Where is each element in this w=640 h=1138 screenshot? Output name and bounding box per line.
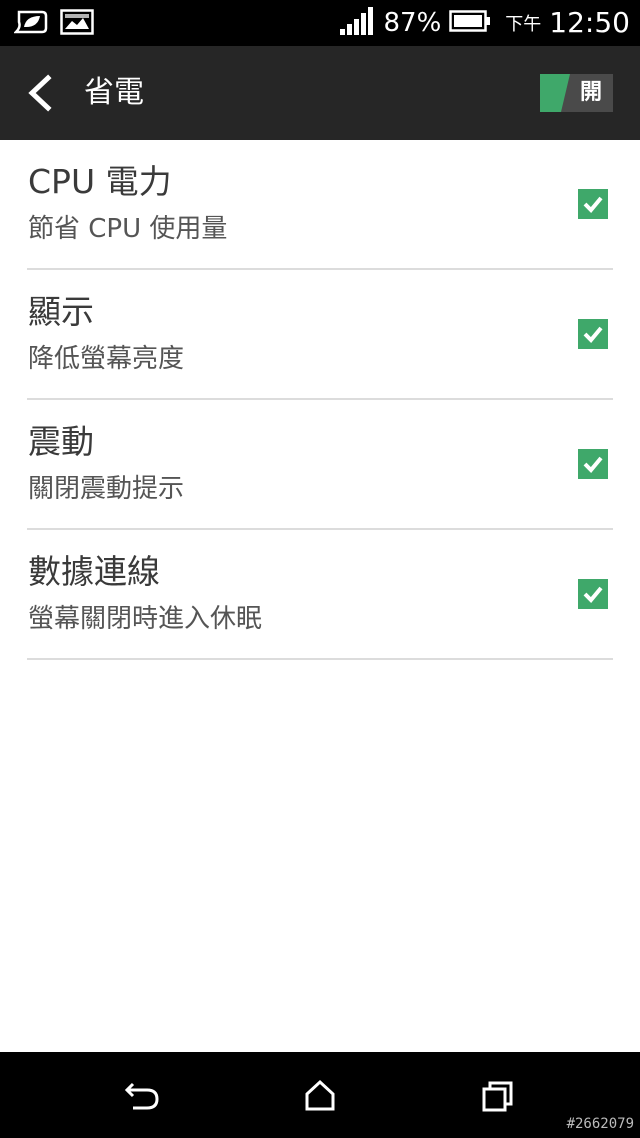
leaf-battery-saver-icon (12, 10, 48, 38)
nav-home-button[interactable] (296, 1072, 344, 1120)
data-connection-checkbox[interactable] (578, 579, 608, 609)
page-title: 省電 (84, 75, 144, 110)
nav-back-button[interactable] (119, 1072, 167, 1120)
checkmark-icon (583, 456, 603, 473)
image-notification-icon (60, 9, 94, 39)
nav-recent-apps-button[interactable] (474, 1072, 522, 1120)
setting-cpu-power[interactable]: CPU 電力 節省 CPU 使用量 (0, 140, 640, 270)
setting-title: 顯示 (28, 292, 94, 331)
chevron-left-icon (18, 74, 64, 122)
toggle-label: 開 (579, 80, 602, 105)
vibration-checkbox[interactable] (578, 449, 608, 479)
checkmark-icon (583, 326, 603, 343)
app-bar: 省電 開 (0, 46, 640, 140)
setting-subtitle: 節省 CPU 使用量 (28, 214, 228, 244)
display-checkbox[interactable] (578, 319, 608, 349)
status-bar: 87% 下午 12:50 (0, 0, 640, 46)
setting-subtitle: 關閉震動提示 (28, 474, 185, 504)
setting-display[interactable]: 顯示 降低螢幕亮度 (0, 270, 640, 400)
checkmark-icon (583, 586, 603, 603)
back-button[interactable] (18, 68, 64, 118)
toggle-fill (540, 74, 570, 112)
setting-title: 數據連線 (28, 552, 160, 591)
checkmark-icon (583, 196, 603, 213)
back-icon (124, 1082, 159, 1110)
cpu-power-checkbox[interactable] (578, 189, 608, 219)
watermark: #2662079 (566, 1116, 634, 1132)
signal-strength-icon (339, 7, 376, 39)
power-saver-toggle[interactable]: 開 (540, 74, 613, 112)
setting-title: CPU 電力 (28, 162, 172, 201)
nav-bar (0, 1052, 640, 1138)
settings-list: CPU 電力 節省 CPU 使用量 顯示 降低螢幕亮度 震動 關閉震動提示 數據… (0, 140, 640, 660)
recent-apps-icon (482, 1081, 513, 1112)
clock: 12:50 (549, 6, 630, 39)
setting-title: 震動 (28, 422, 94, 461)
setting-vibration[interactable]: 震動 關閉震動提示 (0, 400, 640, 530)
battery-percent: 87% (383, 8, 442, 38)
divider (27, 658, 613, 660)
battery-icon (449, 10, 491, 36)
time-prefix: 下午 (505, 14, 542, 35)
home-icon (305, 1079, 335, 1111)
setting-data-connection[interactable]: 數據連線 螢幕關閉時進入休眠 (0, 530, 640, 660)
setting-subtitle: 降低螢幕亮度 (28, 344, 185, 374)
setting-subtitle: 螢幕關閉時進入休眠 (28, 604, 263, 634)
